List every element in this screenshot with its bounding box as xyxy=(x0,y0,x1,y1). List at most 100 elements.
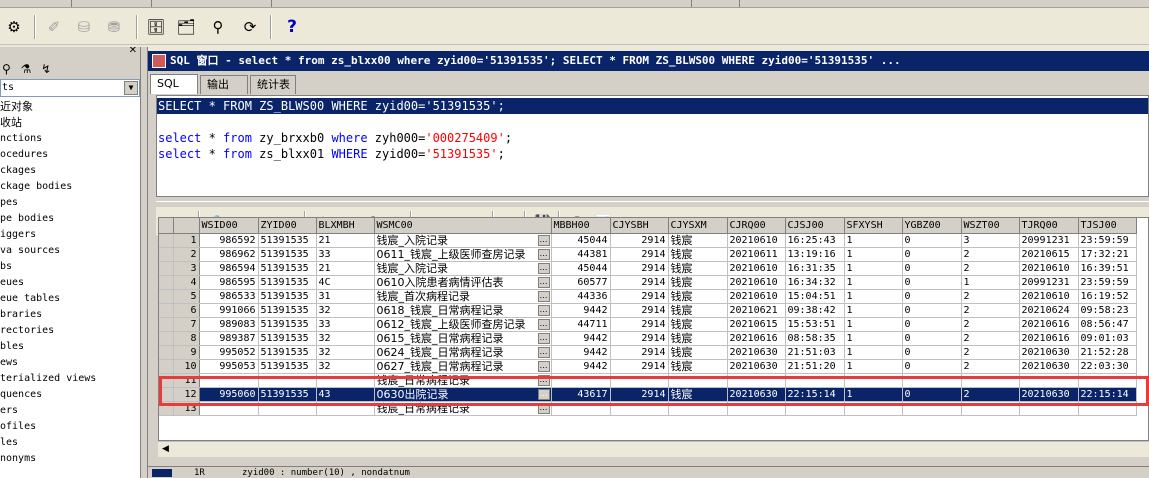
grid-cell[interactable]: 16:31:35 xyxy=(785,261,845,276)
grid-cell[interactable]: 1 xyxy=(844,345,903,360)
grid-cell[interactable] xyxy=(551,373,611,388)
grid-cell[interactable]: 0 xyxy=(902,275,962,290)
grid-cell[interactable]: 60577 xyxy=(551,275,611,290)
grid-cell[interactable]: 20210610 xyxy=(1019,261,1079,276)
grid-cell[interactable] xyxy=(199,401,259,416)
grid-cell[interactable]: 钱宸 xyxy=(668,289,728,304)
grid-cell[interactable]: 2914 xyxy=(610,331,669,346)
grid-cell[interactable]: 32 xyxy=(316,345,375,360)
grid-cell[interactable]: 21 xyxy=(316,233,375,248)
row-indicator[interactable] xyxy=(159,345,174,360)
row-indicator[interactable] xyxy=(159,261,174,276)
grid-cell[interactable]: 9442 xyxy=(551,331,611,346)
grid-cell[interactable]: 钱宸 xyxy=(668,233,728,248)
column-header[interactable]: WSMC00 xyxy=(374,218,552,234)
grid-cell[interactable]: 1 xyxy=(844,317,903,332)
grid-cell[interactable]: 45044 xyxy=(551,261,611,276)
grid-cell[interactable]: 20991231 xyxy=(1019,275,1079,290)
grid-cell[interactable]: 51391535 xyxy=(258,275,317,290)
grid-cell[interactable]: 51391535 xyxy=(258,359,317,374)
table-row[interactable]: 2 986962 51391535 33 0611_钱宸_上级医师查房记录… 44381 2… xyxy=(159,247,1137,262)
tree-item[interactable]: bs xyxy=(0,259,140,275)
tree-item[interactable]: ofiles xyxy=(0,419,140,435)
grid-cell[interactable] xyxy=(199,373,259,388)
grid-cell[interactable]: 钱宸 xyxy=(668,359,728,374)
sql-line[interactable]: SELECT * FROM ZS_BLWS00 WHERE zyid00='51… xyxy=(157,98,1148,114)
grid-cell[interactable]: 钱宸_入院记录… xyxy=(374,233,552,248)
row-indicator[interactable] xyxy=(159,401,174,416)
grid-cell[interactable]: 20210630 xyxy=(1019,387,1079,402)
row-number[interactable]: 4 xyxy=(173,275,200,290)
grid-cell[interactable] xyxy=(316,373,375,388)
grid-cell[interactable]: 0 xyxy=(902,303,962,318)
row-indicator[interactable] xyxy=(159,317,174,332)
grid-cell[interactable] xyxy=(551,401,611,416)
grid-cell[interactable]: 08:58:35 xyxy=(785,331,845,346)
column-header[interactable]: TJSJ00 xyxy=(1078,218,1137,234)
grid-cell[interactable]: 51391535 xyxy=(258,247,317,262)
tree-item[interactable]: nctions xyxy=(0,131,140,147)
tree-item[interactable]: bles xyxy=(0,339,140,355)
tree-item[interactable]: iggers xyxy=(0,227,140,243)
table-row[interactable]: 3 986594 51391535 21 钱宸_入院记录… 45044 2914 钱宸 2021… xyxy=(159,261,1137,276)
grid-cell[interactable]: 32 xyxy=(316,303,375,318)
grid-cell[interactable] xyxy=(668,401,728,416)
grid-cell[interactable]: 0 xyxy=(902,233,962,248)
tree-item[interactable]: nonyms xyxy=(0,451,140,467)
grid-cell[interactable]: 钱宸_首次病程记录… xyxy=(374,289,552,304)
grid-cell[interactable] xyxy=(1078,401,1137,416)
grid-cell[interactable]: 51391535 xyxy=(258,331,317,346)
tree-item[interactable]: ers xyxy=(0,403,140,419)
grid-cell[interactable]: 20210630 xyxy=(1019,359,1079,374)
grid-cell[interactable]: 钱宸 xyxy=(668,387,728,402)
grid-cell[interactable] xyxy=(258,401,317,416)
grid-cell[interactable]: 20210630 xyxy=(727,345,786,360)
editor-splitter[interactable] xyxy=(156,201,1149,206)
db-connect-icon[interactable]: 🗄 xyxy=(144,15,168,39)
grid-cell[interactable]: 986595 xyxy=(199,275,259,290)
tree-item[interactable]: pes xyxy=(0,195,140,211)
grid-cell[interactable]: 2 xyxy=(961,317,1020,332)
grid-cell[interactable]: 51391535 xyxy=(258,387,317,402)
grid-cell[interactable]: 钱宸 xyxy=(668,331,728,346)
cell-editor-button[interactable]: … xyxy=(537,332,550,344)
grid-cell[interactable]: 0630出院记录… xyxy=(374,387,552,402)
grid-cell[interactable]: 51391535 xyxy=(258,233,317,248)
table-row[interactable]: 9 995052 51391535 32 0624_钱宸_日常病程记录… 9442 2914… xyxy=(159,345,1137,360)
row-indicator[interactable] xyxy=(159,373,174,388)
grid-cell[interactable]: 22:15:14 xyxy=(1078,387,1137,402)
grid-cell[interactable]: 2914 xyxy=(610,317,669,332)
grid-cell[interactable]: 0 xyxy=(902,345,962,360)
row-indicator[interactable] xyxy=(159,387,174,402)
sql-line[interactable]: select * from zs_blxx01 WHERE zyid00='51… xyxy=(157,146,505,162)
grid-corner[interactable] xyxy=(173,218,200,234)
grid-cell[interactable]: 0 xyxy=(902,289,962,304)
grid-cell[interactable]: 31 xyxy=(316,289,375,304)
grid-cell[interactable]: 33 xyxy=(316,317,375,332)
column-header[interactable]: ZYID00 xyxy=(258,218,317,234)
grid-cell[interactable] xyxy=(1019,401,1079,416)
grid-cell[interactable]: 21:51:20 xyxy=(785,359,845,374)
grid-cell[interactable]: 986594 xyxy=(199,261,259,276)
cell-editor-button[interactable]: … xyxy=(537,276,550,288)
grid-cell[interactable] xyxy=(316,401,375,416)
grid-cell[interactable]: 2 xyxy=(961,289,1020,304)
wand-icon[interactable]: ✐ xyxy=(42,15,66,39)
grid-cell[interactable]: 21:51:03 xyxy=(785,345,845,360)
tree-item[interactable]: 收站 xyxy=(0,115,140,131)
grid-cell[interactable] xyxy=(727,401,786,416)
grid-cell[interactable]: 9442 xyxy=(551,359,611,374)
grid-cell[interactable]: 1 xyxy=(961,275,1020,290)
column-header[interactable]: MBBH00 xyxy=(551,218,611,234)
cell-editor-button[interactable]: … xyxy=(537,402,550,414)
grid-cell[interactable]: 991066 xyxy=(199,303,259,318)
grid-cell[interactable]: 45044 xyxy=(551,233,611,248)
grid-cell[interactable]: 08:56:47 xyxy=(1078,317,1137,332)
horizontal-scrollbar[interactable]: ◀ xyxy=(158,441,1149,457)
grid-cell[interactable]: 钱宸_日常病程记录… xyxy=(374,373,552,388)
tree-item[interactable]: ckage bodies xyxy=(0,179,140,195)
grid-cell[interactable] xyxy=(668,373,728,388)
grid-cell[interactable]: 1 xyxy=(844,289,903,304)
grid-cell[interactable]: 16:39:51 xyxy=(1078,261,1137,276)
grid-cell[interactable]: 51391535 xyxy=(258,317,317,332)
